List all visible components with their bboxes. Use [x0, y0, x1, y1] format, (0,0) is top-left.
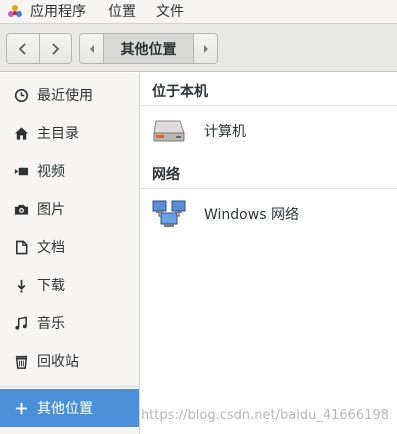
- plus-icon: [13, 400, 29, 416]
- sidebar-item-label: 文档: [37, 240, 65, 256]
- sidebar-item-music[interactable]: 音乐: [0, 304, 139, 342]
- sidebar-item-label: 主目录: [37, 126, 79, 142]
- sidebar-item-label: 图片: [37, 202, 65, 218]
- path-crumb-current[interactable]: 其他位置: [104, 34, 193, 63]
- location-windows-network[interactable]: Windows 网络: [140, 194, 397, 234]
- path-scroll-right-button[interactable]: [193, 34, 217, 63]
- sidebar-item-label: 回收站: [37, 354, 79, 370]
- triangle-left-icon: [89, 44, 94, 53]
- clock-icon: [13, 87, 29, 103]
- hard-drive-icon: [152, 117, 186, 145]
- menu-files[interactable]: 文件: [156, 0, 184, 24]
- sidebar-item-label: 最近使用: [37, 88, 93, 104]
- path-scroll-left-button[interactable]: [80, 34, 104, 63]
- chevron-left-icon: [18, 42, 26, 55]
- camera-icon: [13, 201, 29, 217]
- sidebar-item-home[interactable]: 主目录: [0, 114, 139, 152]
- toolbar: 其他位置: [0, 24, 397, 72]
- download-icon: [13, 277, 29, 293]
- path-bar: 其他位置: [79, 33, 218, 64]
- network-icon: [152, 200, 186, 228]
- section-divider: [140, 188, 397, 189]
- back-button[interactable]: [7, 34, 39, 63]
- section-on-this-computer: 位于本机: [152, 84, 208, 100]
- sidebar-item-label: 音乐: [37, 316, 65, 332]
- triangle-right-icon: [203, 44, 208, 53]
- sidebar-item-label: 视频: [37, 164, 65, 180]
- section-networks: 网络: [152, 167, 180, 183]
- forward-button[interactable]: [38, 34, 72, 63]
- chevron-right-icon: [52, 42, 60, 55]
- location-label: Windows 网络: [204, 207, 299, 223]
- home-icon: [13, 125, 29, 141]
- top-menu-bar: 应用程序 位置 文件: [0, 0, 397, 24]
- navigation-buttons: [6, 33, 72, 64]
- trash-icon: [13, 353, 29, 369]
- menu-places[interactable]: 位置: [108, 0, 136, 24]
- sidebar-item-label: 下载: [37, 278, 65, 294]
- main-content: 位于本机 计算机 网络 Windows 网络: [140, 73, 397, 434]
- sidebar-separator: [0, 386, 139, 387]
- sidebar-item-downloads[interactable]: 下载: [0, 266, 139, 304]
- sidebar: 最近使用 主目录 视频 图片 文档 下载 音乐 回收站 其他位置: [0, 73, 140, 434]
- sidebar-item-other-locations[interactable]: 其他位置: [0, 389, 139, 427]
- applications-icon[interactable]: [7, 4, 23, 20]
- location-computer[interactable]: 计算机: [140, 111, 397, 151]
- section-divider: [140, 105, 397, 106]
- video-icon: [13, 163, 29, 179]
- sidebar-item-label: 其他位置: [37, 401, 93, 417]
- document-icon: [13, 239, 29, 255]
- sidebar-item-recent[interactable]: 最近使用: [0, 76, 139, 114]
- menu-applications[interactable]: 应用程序: [30, 0, 86, 24]
- sidebar-item-trash[interactable]: 回收站: [0, 342, 139, 380]
- music-icon: [13, 315, 29, 331]
- location-label: 计算机: [204, 124, 246, 140]
- sidebar-item-documents[interactable]: 文档: [0, 228, 139, 266]
- sidebar-item-videos[interactable]: 视频: [0, 152, 139, 190]
- sidebar-item-pictures[interactable]: 图片: [0, 190, 139, 228]
- watermark-text: https://blog.csdn.net/baidu_41666198: [140, 408, 389, 423]
